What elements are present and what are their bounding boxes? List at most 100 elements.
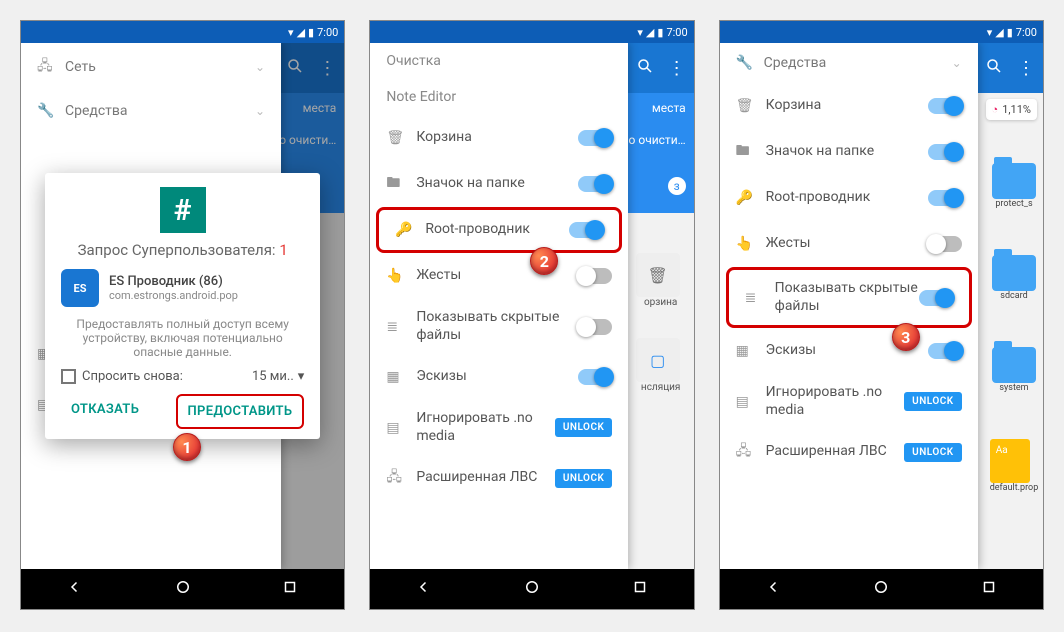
ask-again-row[interactable]: Спросить снова: 15 ми.. ▾ <box>61 369 304 384</box>
unlock-badge[interactable]: UNLOCK <box>555 418 613 437</box>
nav-home-icon[interactable] <box>523 578 541 600</box>
nav-recent-icon[interactable] <box>631 578 649 600</box>
chevron-down-icon: ⌄ <box>255 60 265 74</box>
toggle-eskizy[interactable] <box>578 369 612 385</box>
app-name: ES Проводник (86) <box>109 274 238 289</box>
row-gesty[interactable]: 👆 Жесты <box>720 221 978 267</box>
nav-back-icon[interactable] <box>66 578 84 600</box>
pie-icon: ◔ <box>992 103 999 116</box>
unlock-badge[interactable]: UNLOCK <box>555 469 613 488</box>
row-eskizy[interactable]: ▦ Эскизы <box>370 354 628 400</box>
drawer-section-net[interactable]: 🖧 Сеть ⌄ <box>21 43 281 91</box>
row-root[interactable]: 🔑 Root-проводник <box>376 207 622 253</box>
superuser-dialog: # Запрос Суперпользователя: 1 ES ES Пров… <box>45 173 320 439</box>
toggle-znachok[interactable] <box>578 176 612 192</box>
dialog-actions: ОТКАЗАТЬ ПРЕДОСТАВИТЬ <box>61 394 304 429</box>
es-app-icon: ES <box>61 269 99 307</box>
deny-button[interactable]: ОТКАЗАТЬ <box>61 394 149 429</box>
toggle-root[interactable] <box>928 190 962 206</box>
row-znachok[interactable]: 🖿 Значок на папке <box>370 161 628 207</box>
toggle-hidden[interactable] <box>919 290 953 306</box>
nav-home-icon[interactable] <box>174 578 192 600</box>
checkbox-ask-again[interactable] <box>61 369 76 384</box>
row-eskizy[interactable]: ▦ Эскизы <box>720 328 978 374</box>
drawer-section-tools[interactable]: 🔧 Средства ⌄ <box>720 43 978 83</box>
toggle-eskizy[interactable] <box>928 343 962 359</box>
nomedia-icon: ▤ <box>386 420 416 436</box>
clock: 7:00 <box>1016 26 1037 39</box>
row-znachok[interactable]: 🖿 Значок на папке <box>720 129 978 175</box>
toggle-korzina[interactable] <box>928 98 962 114</box>
clock: 7:00 <box>666 26 687 39</box>
row-korzina[interactable]: 🗑 Корзина <box>370 115 628 161</box>
row-lvs[interactable]: 🖧 Расширенная ЛВС UNLOCK <box>370 455 628 501</box>
trash-icon: 🗑 <box>736 98 766 114</box>
duration-select[interactable]: 15 ми.. ▾ <box>252 369 304 384</box>
tools-label: Средства <box>764 55 827 71</box>
row-nomedia[interactable]: ▤ Игнорировать .no media UNLOCK <box>370 400 628 455</box>
nav-recent-icon[interactable] <box>281 578 299 600</box>
toggle-gesty[interactable] <box>928 236 962 252</box>
search-icon[interactable] <box>985 57 1003 79</box>
toggle-hidden[interactable] <box>578 319 612 335</box>
overflow-icon[interactable]: ⋮ <box>1017 58 1035 79</box>
toggle-korzina[interactable] <box>578 130 612 146</box>
row-hidden[interactable]: ≣ Показывать скрытые файлы <box>370 299 628 354</box>
folder-icon[interactable] <box>992 347 1036 383</box>
grant-button[interactable]: ПРЕДОСТАВИТЬ <box>176 394 305 429</box>
dropdown-icon: ▾ <box>298 369 305 384</box>
toggle-znachok[interactable] <box>928 144 962 160</box>
banner-text-2: о очисти… <box>629 133 686 147</box>
row-nomedia[interactable]: ▤ Игнорировать .no media UNLOCK <box>720 374 978 429</box>
hidden-files-icon: ≣ <box>386 319 416 335</box>
nav-recent-icon[interactable] <box>980 578 998 600</box>
drawer-section-tools[interactable]: 🔧 Средства ⌄ <box>21 91 281 131</box>
unlock-badge[interactable]: UNLOCK <box>904 443 962 462</box>
lan-icon: 🖧 <box>386 466 416 490</box>
trash-tile-icon[interactable]: 🗑 <box>636 253 680 297</box>
clock: 7:00 <box>317 26 338 39</box>
wifi-icon: ▾ <box>987 26 993 39</box>
cast-tile-icon[interactable]: ▢ <box>636 338 680 382</box>
signal-icon: ◢ <box>297 26 305 39</box>
battery-icon: ▮ <box>657 26 663 39</box>
status-bar: ▾ ◢ ▮ 7:00 <box>370 21 693 43</box>
globe-icon: 🖧 <box>37 55 65 79</box>
request-number: 1 <box>279 241 287 259</box>
status-bar: ▾ ◢ ▮ 7:00 <box>720 21 1043 43</box>
nav-back-icon[interactable] <box>415 578 433 600</box>
folder-icon[interactable] <box>992 255 1036 291</box>
folder-icon[interactable] <box>992 163 1036 199</box>
txt-file-icon[interactable] <box>990 439 1030 483</box>
phone-screenshot-3: ▾ ◢ ▮ 7:00 ⋮ ◔ 1,11% protect_s sdcard sy… <box>719 20 1044 610</box>
row-root[interactable]: 🔑 Root-проводник <box>720 175 978 221</box>
row-gesty[interactable]: 👆 Жесты <box>370 253 628 299</box>
row-hidden[interactable]: ≣ Показывать скрытые файлы <box>726 267 972 328</box>
dialog-app-row: ES ES Проводник (86) com.estrongs.androi… <box>61 269 304 307</box>
battery-icon: ▮ <box>1007 26 1013 39</box>
link-note-editor[interactable]: Note Editor <box>370 79 628 115</box>
dialog-warning: Предоставлять полный доступ всему устрой… <box>61 317 304 359</box>
dialog-title: Запрос Суперпользователя: 1 <box>61 241 304 259</box>
toggle-gesty[interactable] <box>578 268 612 284</box>
step-badge-3: 3 <box>892 323 920 351</box>
chevron-down-icon: ⌄ <box>255 104 265 118</box>
toggle-root[interactable] <box>569 222 603 238</box>
overflow-icon[interactable]: ⋮ <box>668 58 686 79</box>
nav-back-icon[interactable] <box>765 578 783 600</box>
row-korzina[interactable]: 🗑 Корзина <box>720 83 978 129</box>
wrench-icon: 🔧 <box>736 55 764 71</box>
nav-bar <box>21 569 344 609</box>
link-ochistka[interactable]: Очистка <box>370 43 628 79</box>
search-icon[interactable] <box>636 57 654 79</box>
trash-icon: 🗑 <box>386 130 416 146</box>
nav-home-icon[interactable] <box>872 578 890 600</box>
phone-screenshot-1: ▾ ◢ ▮ 7:00 ⋮ места о очисти… 🖧 Сеть ⌄ <box>20 20 345 610</box>
thumbnails-icon: ▦ <box>386 369 416 385</box>
signal-icon: ◢ <box>995 26 1003 39</box>
row-lvs[interactable]: 🖧 Расширенная ЛВС UNLOCK <box>720 429 978 475</box>
cast-tile-label: нсляция <box>636 382 686 393</box>
unlock-badge[interactable]: UNLOCK <box>904 392 962 411</box>
hash-icon: # <box>160 187 206 233</box>
wifi-icon: ▾ <box>288 26 294 39</box>
